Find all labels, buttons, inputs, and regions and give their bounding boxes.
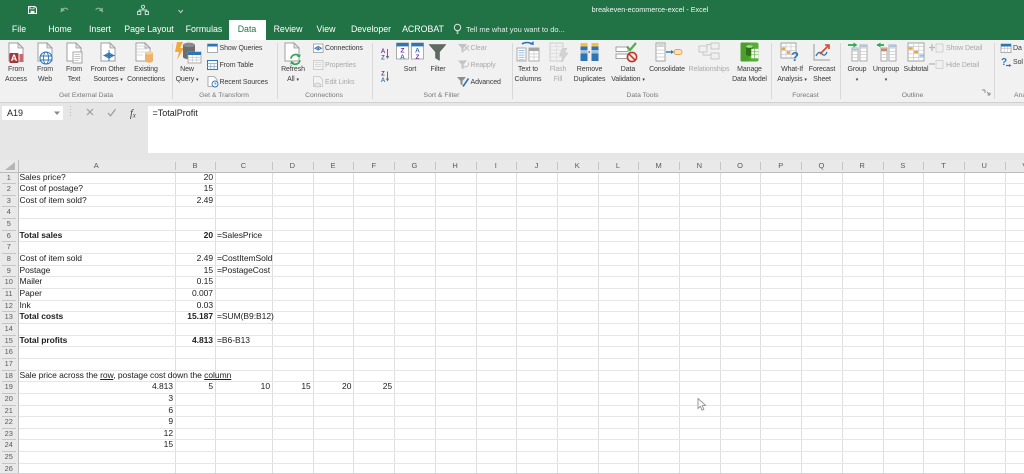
svg-text:fx: fx <box>130 109 137 120</box>
svg-text:Z: Z <box>415 54 419 61</box>
svg-text:A: A <box>400 54 405 61</box>
svg-text:Z: Z <box>381 72 385 78</box>
svg-text:Z: Z <box>381 56 385 62</box>
svg-text:A: A <box>381 78 386 84</box>
svg-text:A: A <box>381 49 386 55</box>
svg-text:A: A <box>11 53 18 63</box>
svg-text:?: ? <box>791 49 799 64</box>
svg-text:?: ? <box>1001 57 1007 68</box>
